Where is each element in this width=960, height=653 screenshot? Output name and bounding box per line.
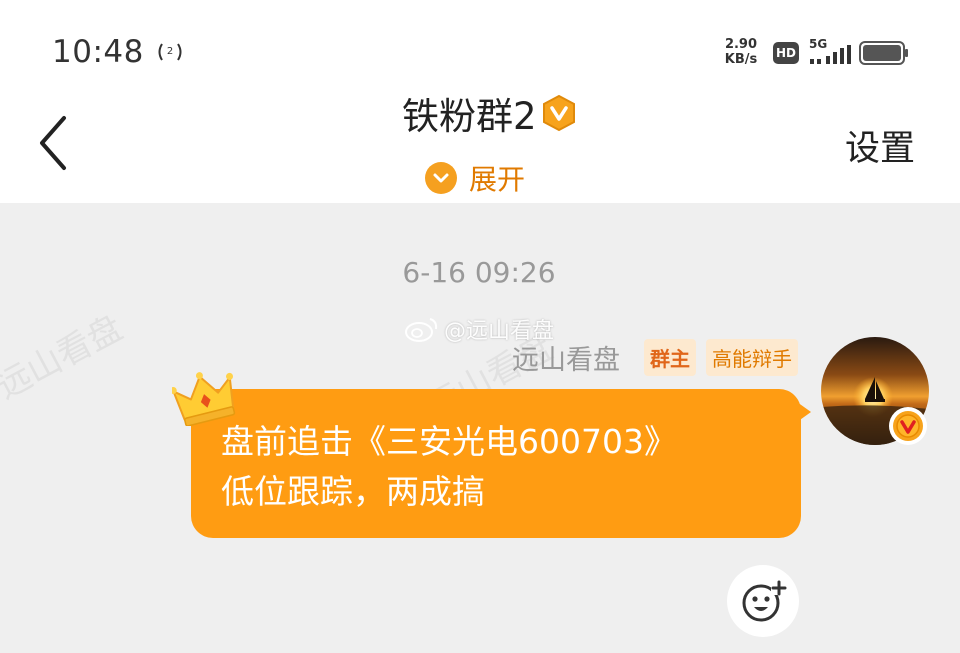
watermark-text: @远山看盘 <box>444 319 555 344</box>
weibo-logo-icon <box>405 318 438 342</box>
role-badge-title: 高能辩手 <box>706 338 798 376</box>
chevron-down-icon <box>425 162 457 194</box>
chat-title: 铁粉群2 <box>402 88 577 138</box>
weibo-watermark: @远山看盘 <box>404 313 554 345</box>
battery-icon <box>859 41 908 65</box>
background-watermark: 远山看盘 <box>0 308 130 408</box>
emoji-add-button[interactable] <box>727 565 799 637</box>
back-icon[interactable] <box>30 112 78 174</box>
sender-info: 远山看盘 群主 高能辩手 <box>512 337 798 377</box>
message-timestamp: 6-16 09:26 <box>0 256 960 289</box>
expand-label: 展开 <box>469 163 526 196</box>
settings-button[interactable]: 设置 <box>845 120 915 171</box>
speed-value: 2.90 <box>724 37 758 52</box>
verified-badge-icon <box>542 94 575 132</box>
svg-text:2: 2 <box>167 46 173 57</box>
role-badge-owner: 群主 <box>644 338 696 376</box>
hotspot-icon: 2 <box>158 43 182 61</box>
speed-unit: KB/s <box>724 52 758 67</box>
message-line: 盘前追击《三安光电600703》 <box>221 422 677 461</box>
timestamp-text: 6-16 09:26 <box>402 256 556 289</box>
network-speed: 2.90 KB/s <box>719 37 763 67</box>
message-bubble[interactable]: 盘前追击《三安光电600703》 低位跟踪，两成搞 <box>191 389 801 538</box>
message-line: 低位跟踪，两成搞 <box>221 472 485 511</box>
group-name: 铁粉群2 <box>402 95 537 138</box>
expand-button[interactable]: 展开 <box>425 158 525 198</box>
status-time: 10:48 <box>52 34 144 70</box>
crown-icon <box>172 372 236 426</box>
verified-badge-icon <box>889 407 927 445</box>
emoji-add-icon <box>742 580 787 622</box>
signal-icon: 5G <box>808 37 854 67</box>
hd-badge: HD <box>773 42 799 64</box>
